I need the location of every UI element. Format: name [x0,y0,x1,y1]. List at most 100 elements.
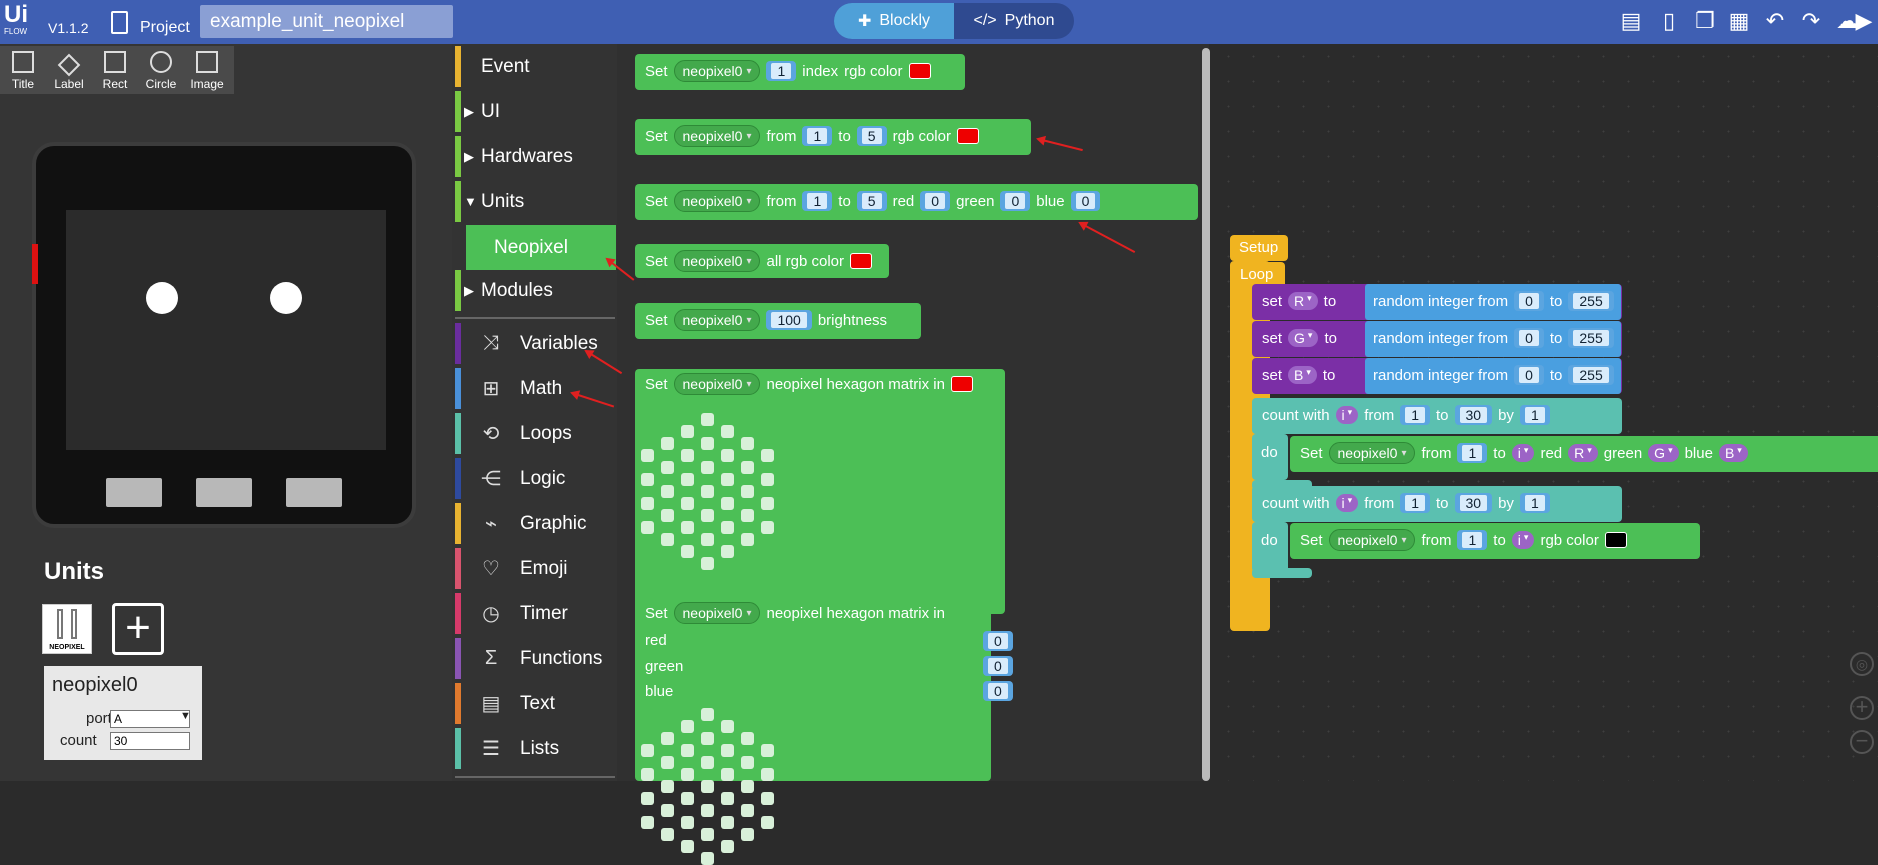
set-neopixel-color-block[interactable]: Set neopixel0 from 1 toi rgb color [1290,523,1700,559]
number-input[interactable]: 0 [1514,365,1544,385]
port-select[interactable]: A [110,710,190,728]
variable-dropdown[interactable]: i [1335,406,1359,424]
hexagon-led[interactable] [701,557,714,570]
hexagon-led[interactable] [641,497,654,510]
number-input[interactable]: 30 [1454,405,1493,425]
hexagon-led[interactable] [661,533,674,546]
hexagon-led[interactable] [681,744,694,757]
number-input[interactable]: 0 [1514,328,1544,348]
hexagon-led[interactable] [741,533,754,546]
tool-title[interactable]: Title [0,46,46,94]
hexagon-led[interactable] [701,804,714,817]
category-variables[interactable]: ⤨ Variables [452,321,617,366]
hexagon-led[interactable] [741,509,754,522]
number-input[interactable]: 0 [1514,291,1544,311]
project-icon[interactable] [111,11,128,34]
hexagon-led[interactable] [761,792,774,805]
hexagon-led[interactable] [641,744,654,757]
number-input[interactable]: 1 [802,126,833,146]
color-swatch[interactable] [1604,532,1627,548]
number-input[interactable]: 30 [1454,493,1493,513]
tool-circle[interactable]: Circle [138,46,184,94]
number-input[interactable]: 5 [856,191,887,211]
neopixel-dropdown[interactable]: neopixel0 [1328,529,1416,551]
hexagon-led[interactable] [681,816,694,829]
number-input[interactable]: 0 [983,656,1013,676]
hexagon-led[interactable] [741,732,754,745]
block-set-range-rgb[interactable]: Set neopixel0 from 1 to 5 red 0 green 0 … [635,184,1198,220]
hexagon-led[interactable] [721,792,734,805]
number-input[interactable]: 255 [1568,365,1614,385]
variable-dropdown[interactable]: G [1648,444,1679,462]
set-g-block[interactable]: set Gto random integer from 0 to 255 [1252,321,1622,357]
number-input[interactable]: 1 [1519,405,1550,425]
hexagon-led[interactable] [661,804,674,817]
hardware-button-b[interactable] [196,478,252,507]
hexagon-led[interactable] [701,413,714,426]
mode-toggle[interactable]: ✚ Blockly </> Python [834,3,1074,39]
color-swatch[interactable] [950,376,973,392]
hexagon-led[interactable] [681,792,694,805]
random-int-block[interactable]: random integer from 0 to 255 [1365,284,1621,320]
copy-icon[interactable]: ❐ [1692,8,1718,34]
count-input[interactable]: 30 [110,732,190,750]
hexagon-led[interactable] [721,744,734,757]
hardware-button-c[interactable] [286,478,342,507]
variable-dropdown[interactable]: R [1288,292,1318,310]
flyout-scrollbar[interactable] [1202,48,1210,781]
category-ui[interactable]: ▶ UI [452,89,617,134]
hexagon-led[interactable] [701,852,714,865]
run-icon[interactable]: ▶ [1850,8,1878,34]
hexagon-led[interactable] [701,732,714,745]
hexagon-led[interactable] [641,473,654,486]
neopixel-dropdown[interactable]: neopixel0 [1328,442,1416,464]
hexagon-led[interactable] [721,497,734,510]
redo-icon[interactable]: ↷ [1798,8,1824,34]
hexagon-led[interactable] [701,756,714,769]
block-hexagon-matrix-rgb[interactable]: Set neopixel0 neopixel hexagon matrix in… [635,598,1013,865]
variable-dropdown[interactable]: i [1335,494,1359,512]
number-input[interactable]: 1 [1457,530,1488,550]
undo-icon[interactable]: ↶ [1762,8,1788,34]
neopixel-dropdown[interactable]: neopixel0 [673,125,761,147]
set-b-block[interactable]: set Bto random integer from 0 to 255 [1252,358,1622,394]
project-label[interactable]: Project [140,19,190,37]
number-input[interactable]: 1 [1457,443,1488,463]
hexagon-led[interactable] [681,768,694,781]
variable-dropdown[interactable]: B [1288,366,1317,384]
hexagon-led[interactable] [761,449,774,462]
neopixel-dropdown[interactable]: neopixel0 [673,373,761,395]
hexagon-led[interactable] [681,425,694,438]
hexagon-led[interactable] [721,521,734,534]
category-lists[interactable]: ☰ Lists [452,726,617,771]
category-graphic[interactable]: ⌁ Graphic [452,501,617,546]
hexagon-led[interactable] [681,545,694,558]
hexagon-led[interactable] [641,792,654,805]
hexagon-led[interactable] [681,840,694,853]
hexagon-led[interactable] [721,840,734,853]
category-functions[interactable]: Σ Functions [452,636,617,681]
number-input[interactable]: 1 [802,191,833,211]
hardware-button-a[interactable] [106,478,162,507]
number-input[interactable]: 1 [1519,493,1550,513]
variable-dropdown[interactable]: i [1511,531,1535,549]
number-input[interactable]: 0 [920,191,951,211]
hexagon-led[interactable] [641,768,654,781]
variable-dropdown[interactable]: i [1511,444,1535,462]
hexagon-led[interactable] [741,756,754,769]
hexagon-led[interactable] [721,425,734,438]
hexagon-led[interactable] [721,449,734,462]
hexagon-led[interactable] [661,437,674,450]
set-neopixel-rgb-block[interactable]: Set neopixel0 from 1 toired Rgreen Gblue B [1290,436,1878,472]
block-set-index-color[interactable]: Set neopixel0 1 index rgb color [635,54,965,90]
number-input[interactable]: 100 [766,310,812,330]
block-set-brightness[interactable]: Set neopixel0 100 brightness [635,303,921,339]
hexagon-led[interactable] [701,485,714,498]
neopixel-unit-thumb[interactable]: NEOPIXEL [42,604,92,654]
hexagon-led[interactable] [701,780,714,793]
category-hardwares[interactable]: ▶ Hardwares [452,134,617,179]
hexagon-led[interactable] [721,473,734,486]
hexagon-led[interactable] [641,449,654,462]
file-icon[interactable]: ▯ [1656,8,1682,34]
count-loop-1[interactable]: count with ifrom 1 to 30 by 1 [1252,398,1622,434]
